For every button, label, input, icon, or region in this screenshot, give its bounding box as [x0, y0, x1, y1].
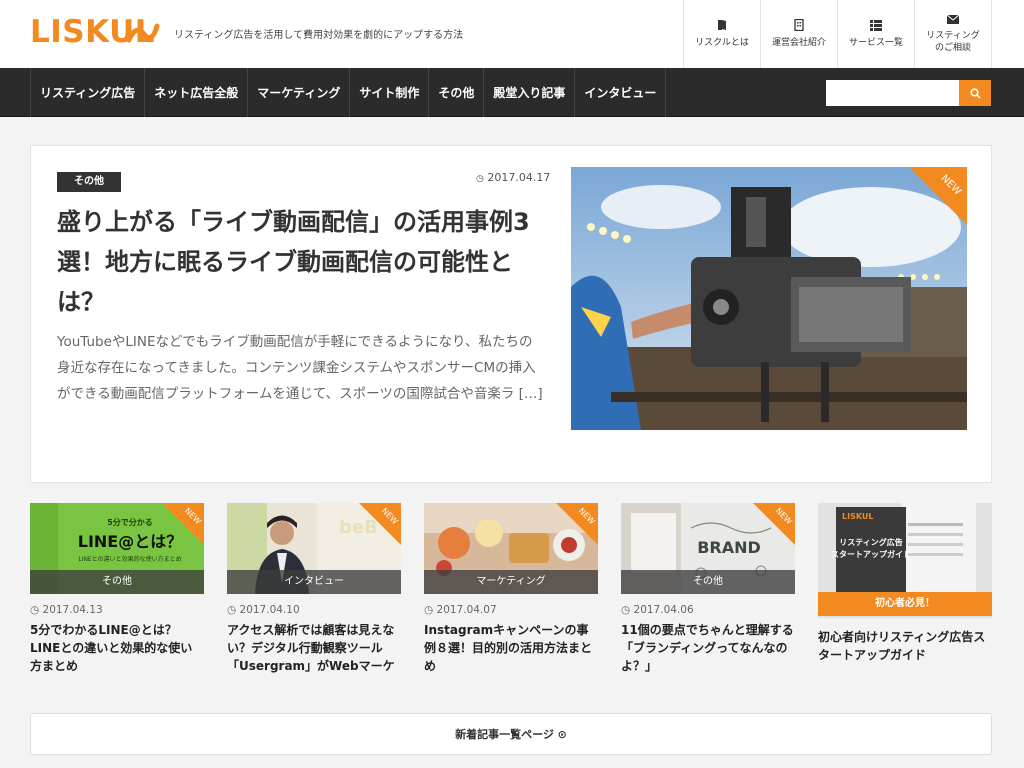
list-icon — [870, 19, 882, 31]
new-badge: NEW — [162, 503, 204, 545]
card-category[interactable]: マーケティング — [424, 570, 598, 594]
building-icon — [794, 19, 804, 31]
nav-item-interview[interactable]: インタビュー — [575, 68, 667, 117]
more-articles-button[interactable]: 新着記事一覧ページ ⊙ — [30, 713, 992, 755]
util-services-label: サービス一覧 — [848, 37, 903, 48]
card-image[interactable]: BRAND NEW その他 — [621, 503, 795, 594]
utility-nav: リスクルとは 運営会社紹介 サービス一覧 リスティング のご相談 — [683, 0, 992, 68]
card-date: ◷ 2017.04.13 — [30, 604, 103, 616]
clock-icon: ◷ — [621, 604, 631, 616]
new-badge: NEW — [556, 503, 598, 545]
featured-excerpt: YouTubeやLINEなどでもライブ動画配信が手軽にできるようになり、私たちの… — [57, 334, 543, 402]
card-image[interactable]: NEW マーケティング — [424, 503, 598, 594]
article-card-4[interactable]: BRAND NEW その他 ◷ 2017.04.06 11個の要点でちゃんと理解… — [621, 503, 795, 675]
card-date: ◷ 2017.04.10 — [227, 604, 300, 616]
search-input[interactable] — [826, 80, 959, 106]
svg-text:BRAND: BRAND — [697, 538, 761, 557]
new-badge: NEW — [753, 503, 795, 545]
nav-item-marketing[interactable]: マーケティング — [248, 68, 351, 117]
new-badge: NEW — [909, 167, 967, 225]
article-card-2[interactable]: beB NEW インタビュー ◷ 2017.04.10 アクセス解析では顧客は見… — [227, 503, 401, 675]
featured-date: ◷ 2017.04.17 — [476, 171, 550, 184]
logo-mark-icon — [126, 23, 160, 43]
site-header: LISKUL リスティング広告を活用して費用対効果を劇的にアップする方法 リスク… — [0, 0, 1024, 68]
util-about[interactable]: リスクルとは — [684, 0, 761, 68]
nav-item-listing[interactable]: リスティング広告 — [31, 68, 146, 117]
util-services[interactable]: サービス一覧 — [838, 0, 915, 68]
card-title[interactable]: 5分でわかるLINE@とは？LINEとの違いと効果的な使い方まとめ — [30, 621, 204, 675]
util-about-label: リスクルとは — [695, 38, 749, 48]
util-contact[interactable]: リスティング のご相談 — [915, 0, 992, 68]
clock-icon: ◷ — [476, 174, 484, 184]
more-articles-label: 新着記事一覧ページ ⊙ — [455, 728, 567, 741]
clock-icon: ◷ — [30, 604, 40, 616]
article-card-1[interactable]: 5分で分かる LINE@とは？ LINEとの違いと効果的な使い方まとめ NEW … — [30, 503, 204, 675]
nav-item-other[interactable]: その他 — [429, 68, 485, 117]
site-tagline: リスティング広告を活用して費用対効果を劇的にアップする方法 — [174, 30, 464, 41]
search-button[interactable] — [959, 80, 991, 106]
svg-text:LISKUL: LISKUL — [842, 512, 874, 521]
card-image[interactable]: 5分で分かる LINE@とは？ LINEとの違いと効果的な使い方まとめ NEW … — [30, 503, 204, 594]
card-title[interactable]: Instagramキャンペーンの事例８選！目的別の活用方法まとめ — [424, 621, 598, 675]
util-company[interactable]: 運営会社紹介 — [761, 0, 838, 68]
nav-item-hall-of-fame[interactable]: 殿堂入り記事 — [484, 68, 576, 117]
mail-icon — [947, 14, 959, 24]
card-title[interactable]: 11個の要点でちゃんと理解する「ブランディングってなんなのよ？」 — [621, 621, 795, 675]
featured-image[interactable]: NEW — [571, 167, 967, 430]
camera-photo — [571, 167, 967, 430]
nav-list: リスティング広告 ネット広告全般 マーケティング サイト制作 その他 殿堂入り記… — [30, 68, 667, 117]
util-company-label: 運営会社紹介 — [771, 38, 826, 48]
card-title[interactable]: アクセス解析では顧客は見えない？デジタル行動観察ツール「Usergram」がWe… — [227, 621, 401, 675]
guide-ad-image[interactable]: LISKUL リスティング広告 スタートアップガイド 初心者必見！ — [818, 503, 992, 618]
nav-item-net-ads[interactable]: ネット広告全般 — [145, 68, 249, 117]
svg-text:5分で分かる: 5分で分かる — [107, 517, 153, 527]
featured-category-badge[interactable]: その他 — [57, 172, 121, 192]
card-date: ◷ 2017.04.07 — [424, 604, 497, 616]
featured-title[interactable]: 盛り上がる「ライブ動画配信」の活用事例3選！地方に眠るライブ動画配信の可能性とは… — [57, 202, 547, 322]
article-card-3[interactable]: NEW マーケティング ◷ 2017.04.07 Instagramキャンペーン… — [424, 503, 598, 675]
util-contact-label: リスティング のご相談 — [926, 30, 980, 53]
guide-ad-banner[interactable]: 初心者必見！ — [818, 592, 992, 616]
clock-icon: ◷ — [424, 604, 434, 616]
card-category[interactable]: その他 — [30, 570, 204, 594]
nav-item-site-production[interactable]: サイト制作 — [350, 68, 430, 117]
card-date: ◷ 2017.04.06 — [621, 604, 694, 616]
svg-text:スタートアップガイド: スタートアップガイド — [831, 549, 911, 559]
guide-ad-title[interactable]: 初心者向けリスティング広告スタートアップガイド — [818, 628, 992, 664]
card-image[interactable]: beB NEW インタビュー — [227, 503, 401, 594]
svg-text:リスティング広告: リスティング広告 — [839, 537, 903, 547]
svg-text:LINEとの違いと効果的な使い方まとめ: LINEとの違いと効果的な使い方まとめ — [78, 555, 181, 563]
featured-article[interactable]: その他 ◷ 2017.04.17 盛り上がる「ライブ動画配信」の活用事例3選！地… — [30, 145, 992, 483]
search-icon — [969, 87, 981, 99]
new-badge: NEW — [359, 503, 401, 545]
clock-icon: ◷ — [227, 604, 237, 616]
featured-date-text: 2017.04.17 — [487, 171, 551, 184]
card-category[interactable]: インタビュー — [227, 570, 401, 594]
guide-ad-card[interactable]: LISKUL リスティング広告 スタートアップガイド 初心者必見！ 初心者向けリ… — [818, 503, 992, 664]
book-icon — [718, 20, 726, 30]
card-category[interactable]: その他 — [621, 570, 795, 594]
